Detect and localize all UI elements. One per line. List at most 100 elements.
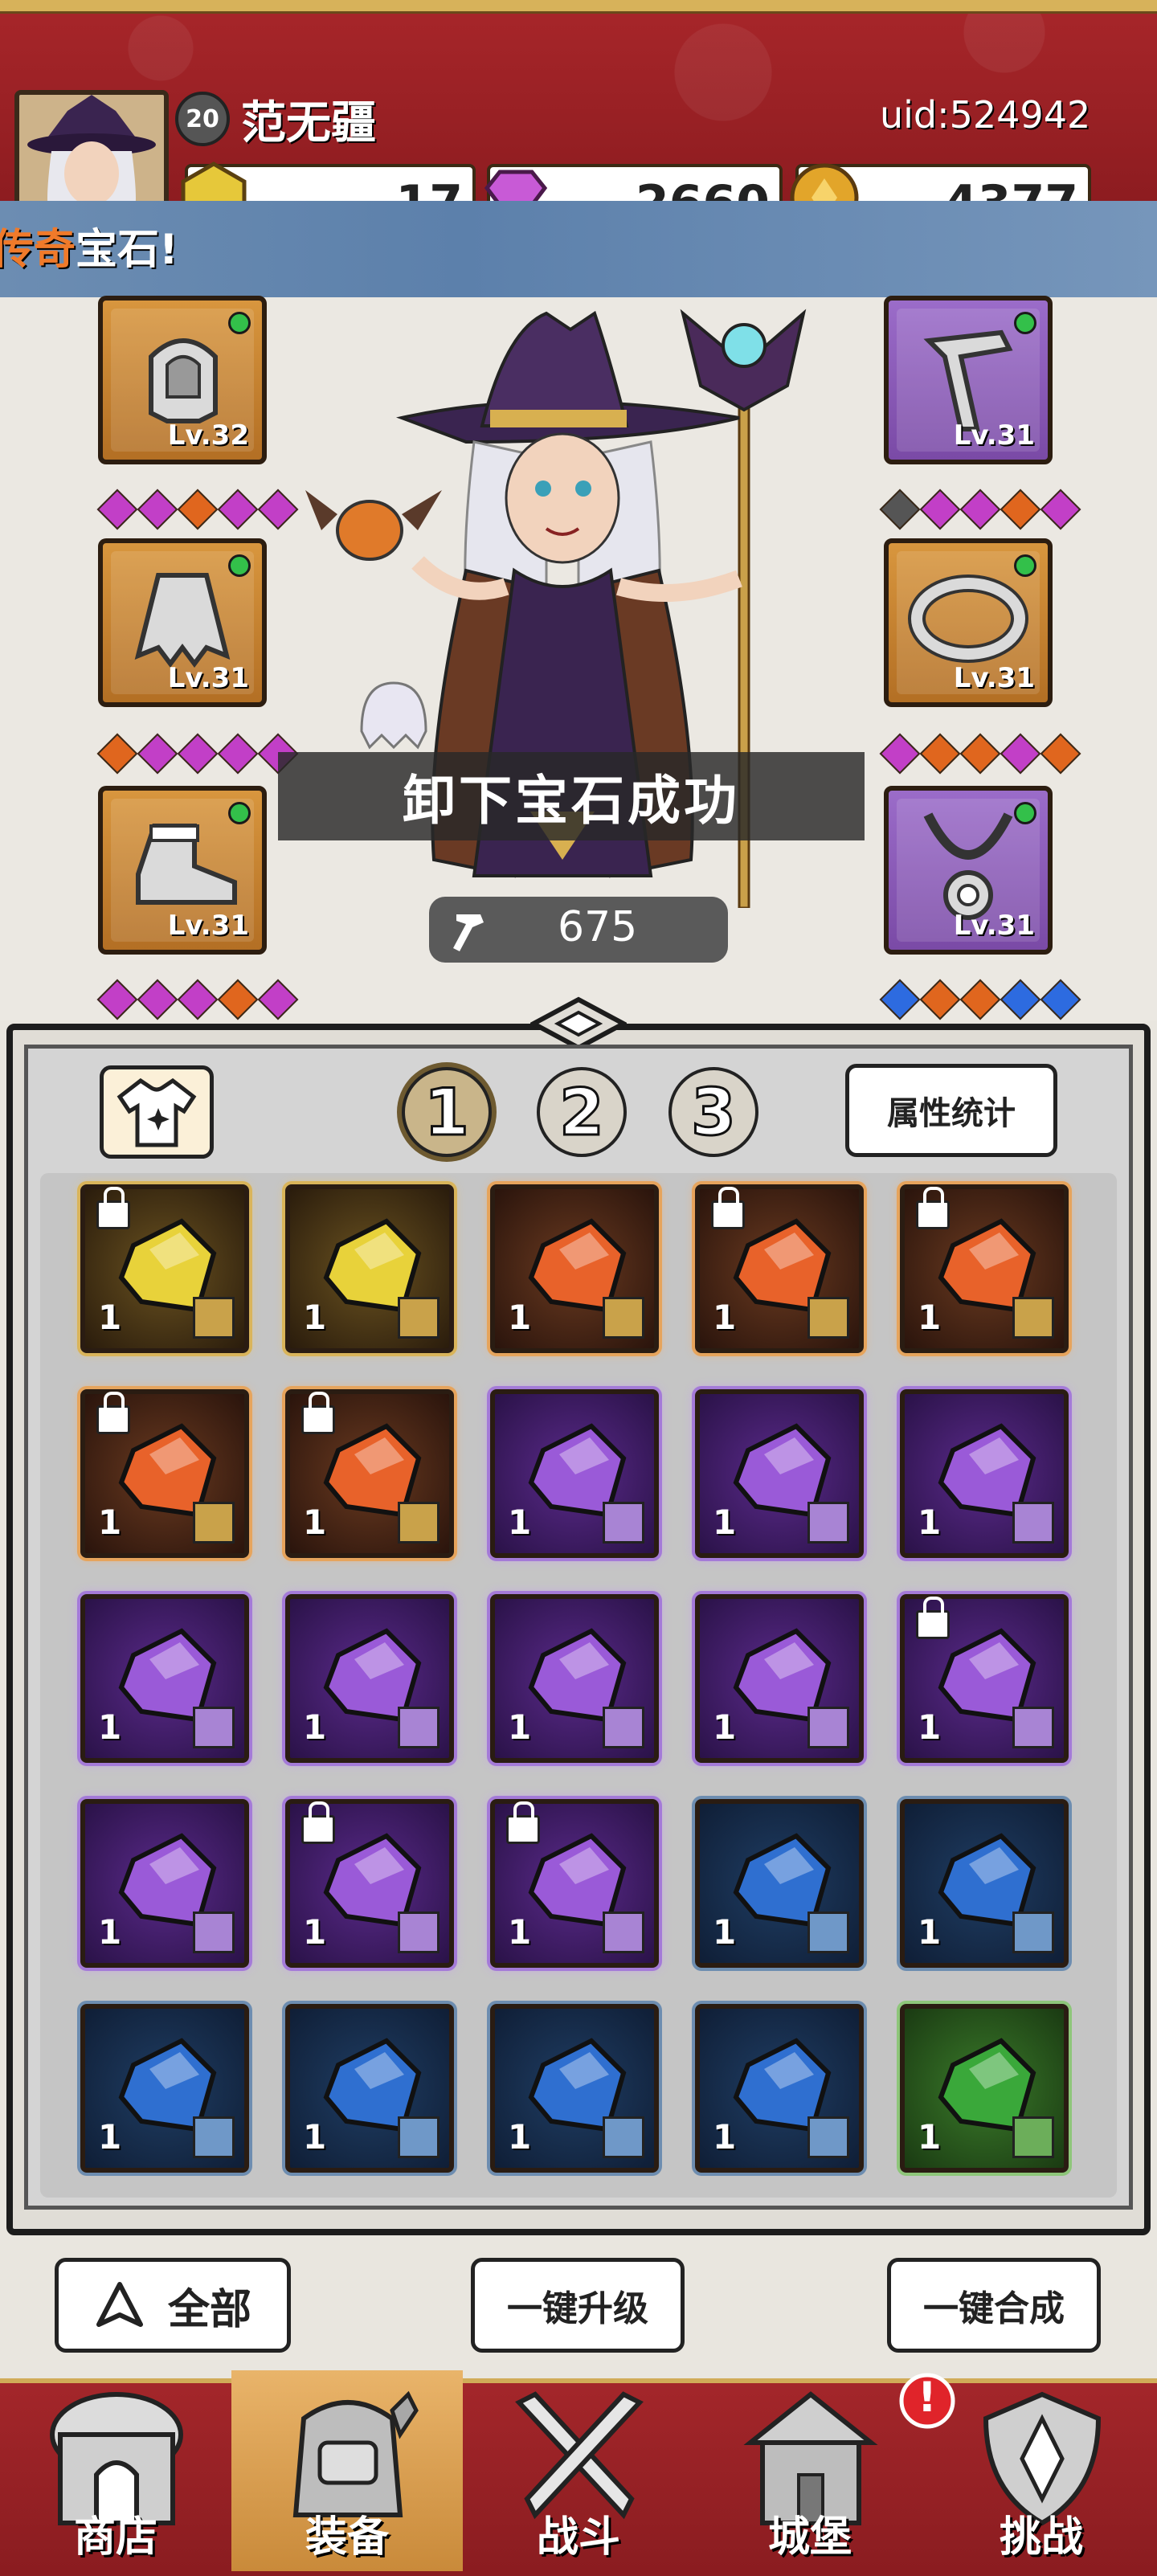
gem-count: 1 (98, 2117, 122, 2157)
equipment-type-tag-icon (398, 1297, 439, 1339)
hammer-icon (453, 914, 484, 951)
gem-slot-purple[interactable]: 1 (490, 1389, 659, 1558)
gem-slot-blue[interactable]: 1 (80, 2004, 249, 2173)
nav-battle-label: 战斗 (536, 2513, 620, 2562)
gem-slot-purple[interactable]: 1 (490, 1594, 659, 1763)
gem-slot-purple[interactable]: 1 (285, 1799, 454, 1968)
necklace-gem-sockets (879, 979, 1081, 1020)
gem-slot-orange[interactable]: 1 (285, 1389, 454, 1558)
equip-slot-boots[interactable]: Lv.31 (98, 786, 267, 955)
tab-3[interactable]: 3 (668, 1067, 758, 1157)
gem-socket (919, 979, 961, 1020)
nav-challenge-label: 挑战 (999, 2513, 1083, 2562)
gem-slot-orange[interactable]: 1 (80, 1389, 249, 1558)
equipment-type-tag-icon (603, 1707, 644, 1748)
tab-2[interactable]: 2 (537, 1067, 627, 1157)
lock-icon (711, 1187, 745, 1229)
equipment-type-tag-icon (193, 1502, 235, 1544)
gem-slot-yellow[interactable]: 1 (80, 1184, 249, 1353)
wardrobe-button[interactable] (100, 1065, 214, 1159)
equip-slot-weapon[interactable]: Lv.31 (884, 296, 1053, 464)
merge-all-button[interactable]: 一键合成 (887, 2258, 1101, 2353)
equip-level: Lv.31 (953, 662, 1035, 694)
gem-slot-purple[interactable]: 1 (285, 1594, 454, 1763)
nav-castle-label: 城堡 (767, 2513, 852, 2562)
gem-count: 1 (98, 1912, 122, 1952)
gem-socket (959, 979, 1001, 1020)
equip-slot-necklace[interactable]: Lv.31 (884, 786, 1053, 955)
gem-slot-blue[interactable]: 1 (695, 1799, 864, 1968)
gem-socket (959, 733, 1001, 775)
gem-slot-yellow[interactable]: 1 (285, 1184, 454, 1353)
gem-slot-orange[interactable]: 1 (900, 1184, 1069, 1353)
tab-1[interactable]: 1 (402, 1067, 492, 1157)
equip-slot-ring[interactable]: Lv.31 (884, 538, 1053, 707)
gem-slot-purple[interactable]: 1 (80, 1594, 249, 1763)
upgrade-available-indicator (228, 312, 251, 334)
gem-socket (1000, 979, 1041, 1020)
gem-count: 1 (508, 1707, 532, 1747)
lock-icon (96, 1187, 130, 1229)
lock-icon (916, 1187, 950, 1229)
gem-count: 1 (508, 1503, 532, 1542)
player-avatar[interactable] (14, 90, 169, 219)
nav-battle[interactable]: 战斗 (463, 2370, 694, 2571)
gem-socket (217, 489, 259, 530)
equipment-type-tag-icon (603, 1297, 644, 1339)
gem-socket (1000, 733, 1041, 775)
triangle-filter-icon (96, 2282, 143, 2327)
gem-slot-purple[interactable]: 1 (695, 1389, 864, 1558)
gem-slot-purple[interactable]: 1 (80, 1799, 249, 1968)
gem-socket (177, 489, 219, 530)
announcement-ticker: 传奇 宝石! (0, 201, 1157, 297)
gem-slot-blue[interactable]: 1 (900, 1799, 1069, 1968)
gem-slot-blue[interactable]: 1 (695, 2004, 864, 2173)
nav-challenge[interactable]: 挑战 (926, 2370, 1157, 2571)
gem-socket (1040, 489, 1081, 530)
equip-slot-cape[interactable]: Lv.31 (98, 538, 267, 707)
gem-socket (959, 489, 1001, 530)
equip-level: Lv.31 (167, 910, 249, 942)
gem-count: 1 (98, 1503, 122, 1542)
filter-all-button[interactable]: 全部 (55, 2258, 291, 2353)
gem-slot-green[interactable]: 1 (900, 2004, 1069, 2173)
gem-count: 1 (98, 1707, 122, 1747)
equip-slot-helmet[interactable]: Lv.32 (98, 296, 267, 464)
gem-count: 1 (713, 1707, 737, 1747)
gem-count: 1 (918, 1298, 942, 1337)
gem-socket (177, 733, 219, 775)
gem-slot-orange[interactable]: 1 (695, 1184, 864, 1353)
gem-slot-blue[interactable]: 1 (285, 2004, 454, 2173)
witch-portrait-icon (19, 95, 164, 214)
gem-slot-purple[interactable]: 1 (695, 1594, 864, 1763)
equipment-type-tag-icon (807, 1707, 849, 1748)
equipment-type-tag-icon (807, 1297, 849, 1339)
attribute-stats-button[interactable]: 属性统计 (845, 1064, 1057, 1157)
player-name: 范无疆 (241, 97, 376, 149)
header-border (0, 0, 1157, 14)
gem-slot-purple[interactable]: 1 (900, 1594, 1069, 1763)
nav-shop[interactable]: 商店 (0, 2370, 231, 2571)
upgrade-available-indicator (1014, 312, 1036, 334)
boots-gem-sockets (96, 979, 299, 1020)
equipment-type-tag-icon (807, 2116, 849, 2158)
upgrade-all-button[interactable]: 一键升级 (471, 2258, 685, 2353)
gem-slot-blue[interactable]: 1 (490, 2004, 659, 2173)
upgrade-available-indicator (1014, 802, 1036, 824)
gem-socket (1040, 979, 1081, 1020)
nav-equipment-label: 装备 (305, 2513, 389, 2562)
nav-castle[interactable]: ! 城堡 (694, 2370, 955, 2571)
gem-slot-purple[interactable]: 1 (900, 1389, 1069, 1558)
gem-socket (919, 733, 961, 775)
equipment-type-tag-icon (807, 1502, 849, 1544)
ticker-text: 宝石! (76, 226, 178, 274)
nav-equipment[interactable]: 装备 (231, 2370, 463, 2571)
gem-count: 1 (918, 1503, 942, 1542)
equipment-type-tag-icon (398, 2116, 439, 2158)
toast-message: 卸下宝石成功 (278, 752, 865, 840)
equip-level: Lv.31 (953, 419, 1035, 452)
gem-slot-orange[interactable]: 1 (490, 1184, 659, 1353)
gem-count: 1 (303, 1707, 327, 1747)
upgrade-available-indicator (1014, 554, 1036, 577)
gem-slot-purple[interactable]: 1 (490, 1799, 659, 1968)
